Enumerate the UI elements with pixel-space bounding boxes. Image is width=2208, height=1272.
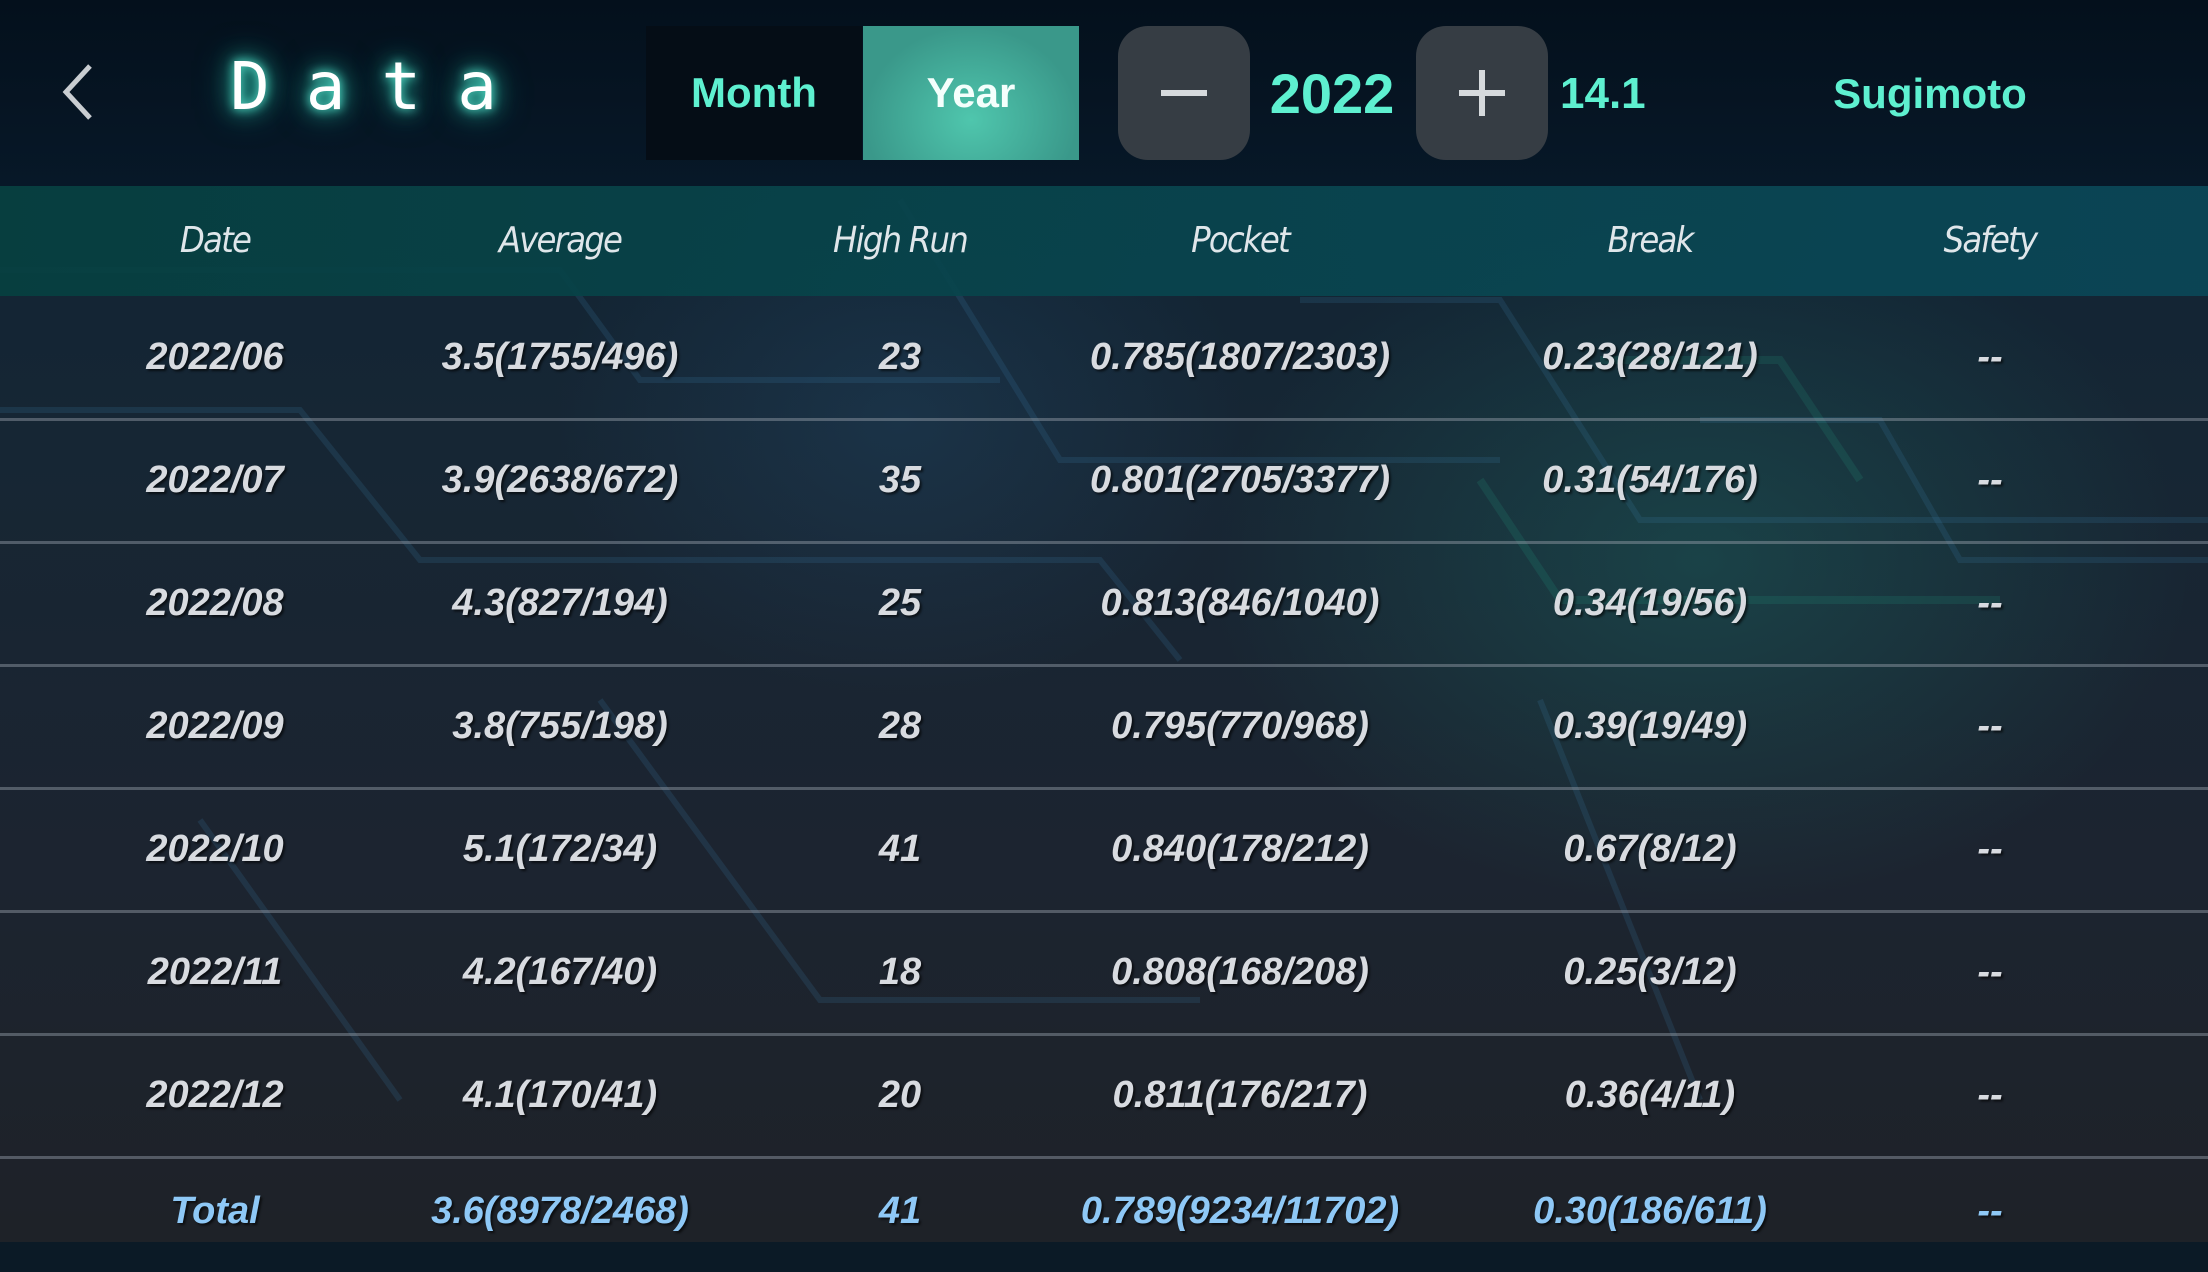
cell-date: 2022/10 — [146, 828, 284, 870]
top-bar: Data Month Year 2022 14.1 Sugimoto — [0, 0, 2208, 186]
cell-average: 4.1(170/41) — [462, 1074, 658, 1116]
cell-date: 2022/06 — [146, 336, 284, 378]
cell-break: 0.25(3/12) — [1563, 951, 1737, 993]
cell-high-run: 18 — [878, 951, 922, 993]
cell-date: 2022/11 — [147, 951, 283, 993]
cell-break: 0.36(4/11) — [1564, 1074, 1736, 1116]
column-header-pocket: Pocket — [1191, 220, 1291, 261]
cell-high-run: 25 — [878, 582, 922, 624]
increment-year-button[interactable] — [1416, 26, 1548, 160]
table-row[interactable]: 2022/12 4.1(170/41) 20 0.811(176/217) 0.… — [0, 1034, 2208, 1159]
player-name: Sugimoto — [1833, 70, 2027, 117]
cell-high-run: 20 — [878, 1074, 922, 1116]
cell-date: 2022/09 — [146, 705, 284, 747]
table-row[interactable]: 2022/08 4.3(827/194) 25 0.813(846/1040) … — [0, 542, 2208, 667]
cell-high-run: 41 — [878, 828, 922, 870]
cell-pocket: 0.785(1807/2303) — [1089, 336, 1391, 378]
total-row: Total 3.6(8978/2468) 41 0.789(9234/11702… — [0, 1150, 2208, 1272]
tab-year-label: Year — [926, 69, 1016, 116]
cell-average: 3.8(755/198) — [452, 705, 668, 747]
cell-safety: -- — [1977, 951, 2003, 993]
back-button[interactable] — [56, 62, 100, 122]
cell-average: 4.2(167/40) — [462, 951, 658, 993]
total-high-run: 41 — [878, 1190, 922, 1232]
total-safety: -- — [1977, 1190, 2003, 1232]
cell-break: 0.67(8/12) — [1563, 828, 1737, 870]
column-header-date: Date — [179, 220, 252, 261]
tab-month-label: Month — [691, 69, 817, 116]
cell-high-run: 35 — [878, 459, 922, 501]
page-title: Data — [230, 48, 533, 125]
cell-date: 2022/07 — [146, 459, 284, 501]
chevron-left-icon — [62, 64, 92, 120]
cell-pocket: 0.795(770/968) — [1111, 705, 1369, 747]
total-label: Total — [170, 1190, 260, 1232]
cell-pocket: 0.801(2705/3377) — [1089, 459, 1391, 501]
table-row[interactable]: 2022/06 3.5(1755/496) 23 0.785(1807/2303… — [0, 296, 2208, 421]
cell-average: 4.3(827/194) — [452, 582, 668, 624]
cell-high-run: 28 — [878, 705, 922, 747]
cell-safety: -- — [1977, 705, 2003, 747]
cell-break: 0.34(19/56) — [1552, 582, 1748, 624]
cell-high-run: 23 — [878, 336, 922, 378]
cell-average: 3.9(2638/672) — [441, 459, 679, 501]
total-pocket: 0.789(9234/11702) — [1080, 1190, 1400, 1232]
column-header-average: Average — [498, 220, 623, 261]
cell-date: 2022/08 — [146, 582, 284, 624]
column-header-safety: Safety — [1943, 220, 2039, 261]
cell-average: 3.5(1755/496) — [441, 336, 679, 378]
decrement-year-button[interactable] — [1118, 26, 1250, 160]
rating-value: 14.1 — [1560, 69, 1646, 118]
table-row[interactable]: 2022/11 4.2(167/40) 18 0.808(168/208) 0.… — [0, 911, 2208, 1036]
cell-safety: -- — [1977, 336, 2003, 378]
cell-safety: -- — [1977, 582, 2003, 624]
column-header-break: Break — [1607, 220, 1694, 261]
cell-safety: -- — [1977, 828, 2003, 870]
table-row[interactable]: 2022/07 3.9(2638/672) 35 0.801(2705/3377… — [0, 419, 2208, 544]
cell-safety: -- — [1977, 1074, 2003, 1116]
cell-break: 0.23(28/121) — [1542, 336, 1758, 378]
cell-date: 2022/12 — [146, 1074, 284, 1116]
cell-pocket: 0.811(176/217) — [1112, 1074, 1368, 1116]
total-break: 0.30(186/611) — [1533, 1190, 1767, 1232]
cell-break: 0.39(19/49) — [1552, 705, 1748, 747]
cell-safety: -- — [1977, 459, 2003, 501]
table-row[interactable]: 2022/09 3.8(755/198) 28 0.795(770/968) 0… — [0, 665, 2208, 790]
column-header-high-run: High Run — [833, 220, 969, 261]
cell-average: 5.1(172/34) — [462, 828, 658, 870]
cell-break: 0.31(54/176) — [1542, 459, 1758, 501]
tab-year[interactable]: Year — [863, 26, 1079, 160]
year-value: 2022 — [1269, 62, 1395, 125]
table-header: Date Average High Run Pocket Break Safet… — [0, 186, 2208, 296]
table-row[interactable]: 2022/10 5.1(172/34) 41 0.840(178/212) 0.… — [0, 788, 2208, 913]
cell-pocket: 0.840(178/212) — [1111, 828, 1369, 870]
cell-pocket: 0.813(846/1040) — [1100, 582, 1380, 624]
cell-pocket: 0.808(168/208) — [1111, 951, 1369, 993]
tab-month[interactable]: Month — [646, 26, 862, 160]
total-average: 3.6(8978/2468) — [431, 1190, 689, 1232]
